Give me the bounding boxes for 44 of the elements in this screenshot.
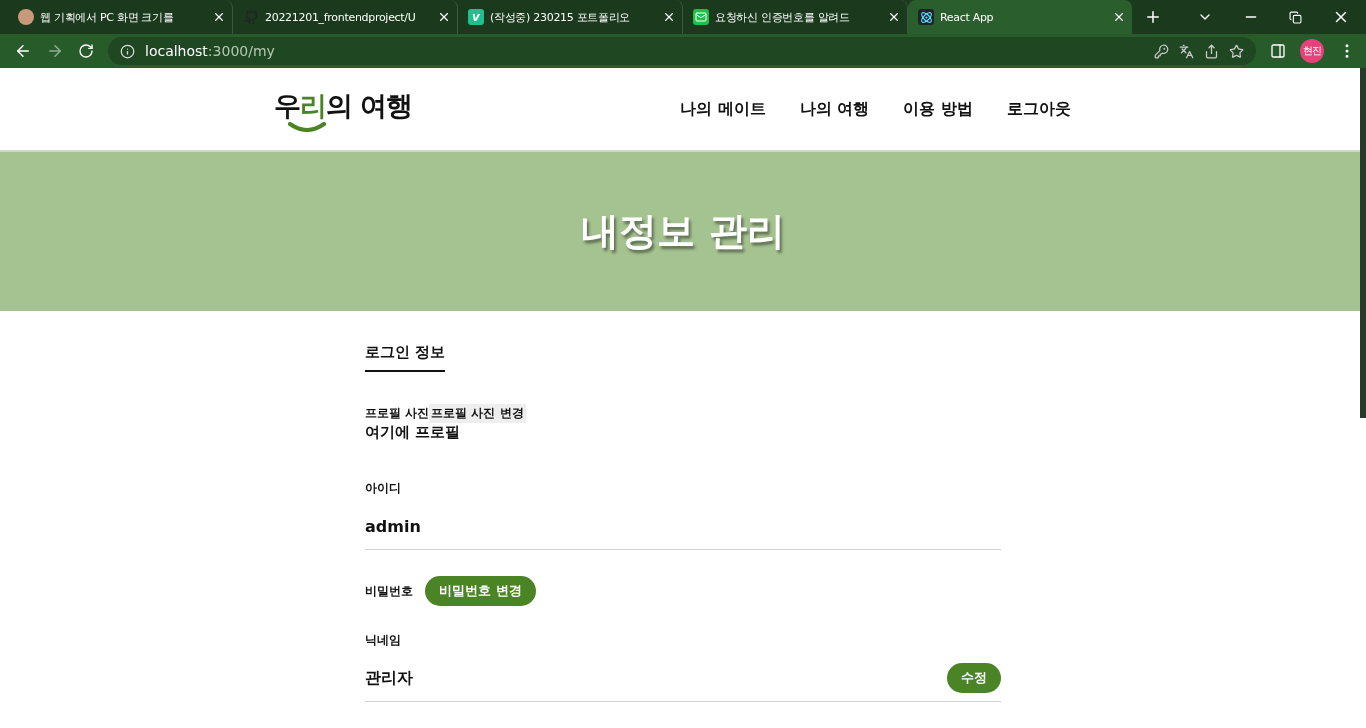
page-title: 내정보 관리 — [581, 208, 785, 255]
atom-icon — [918, 9, 934, 25]
nav-link[interactable]: 나의 메이트 — [680, 98, 766, 120]
close-icon[interactable] — [212, 10, 226, 24]
field-label: 프로필 사진 — [365, 405, 430, 422]
url-text: localhost:3000/my — [145, 43, 275, 59]
restore-icon[interactable] — [1289, 10, 1302, 24]
info-icon — [120, 43, 135, 59]
avatar-icon — [18, 9, 34, 25]
nav-link[interactable]: 이용 방법 — [903, 98, 973, 120]
profile-avatar[interactable]: 현진 — [1300, 39, 1324, 63]
field-label: 닉네임 — [365, 632, 402, 649]
mail-icon — [693, 9, 709, 25]
favicon-letter: v — [468, 9, 484, 25]
field-value: 관리자 — [365, 667, 413, 689]
translate-icon[interactable] — [1179, 43, 1194, 59]
change-password-button[interactable]: 비밀번호 변경 — [425, 576, 536, 606]
smile-icon — [288, 122, 326, 132]
nav-link[interactable]: 로그아웃 — [1007, 98, 1071, 120]
reload-icon[interactable] — [78, 43, 94, 59]
change-photo-button[interactable]: 프로필 사진 변경 — [429, 404, 526, 423]
side-panel-icon[interactable] — [1270, 43, 1286, 59]
profile-field[interactable]: 여기에 프로필 — [365, 423, 461, 442]
site-logo[interactable]: 우리의 여행 — [274, 88, 413, 130]
close-icon[interactable] — [437, 10, 451, 24]
close-icon[interactable] — [662, 10, 676, 24]
star-icon[interactable] — [1229, 43, 1244, 59]
edit-button[interactable]: 수정 — [947, 663, 1001, 693]
scrollbar[interactable] — [1360, 68, 1366, 418]
key-icon[interactable] — [1154, 43, 1169, 59]
share-icon[interactable] — [1204, 43, 1219, 59]
back-icon[interactable] — [14, 42, 32, 60]
close-icon[interactable] — [887, 10, 901, 24]
field-value: admin — [365, 516, 421, 536]
section-tab[interactable]: 로그인 정보 — [365, 343, 446, 372]
nav-link[interactable]: 나의 여행 — [799, 98, 870, 120]
field-label: 비밀번호 — [365, 582, 413, 600]
browser-tab[interactable]: React App — [908, 0, 1132, 34]
field-label: 아이디 — [365, 480, 402, 497]
close-icon[interactable] — [1112, 10, 1126, 24]
address-bar[interactable]: localhost:3000/my — [108, 37, 1256, 65]
plus-icon[interactable] — [1144, 8, 1162, 26]
github-icon — [243, 9, 259, 25]
forward-icon[interactable] — [46, 42, 64, 60]
